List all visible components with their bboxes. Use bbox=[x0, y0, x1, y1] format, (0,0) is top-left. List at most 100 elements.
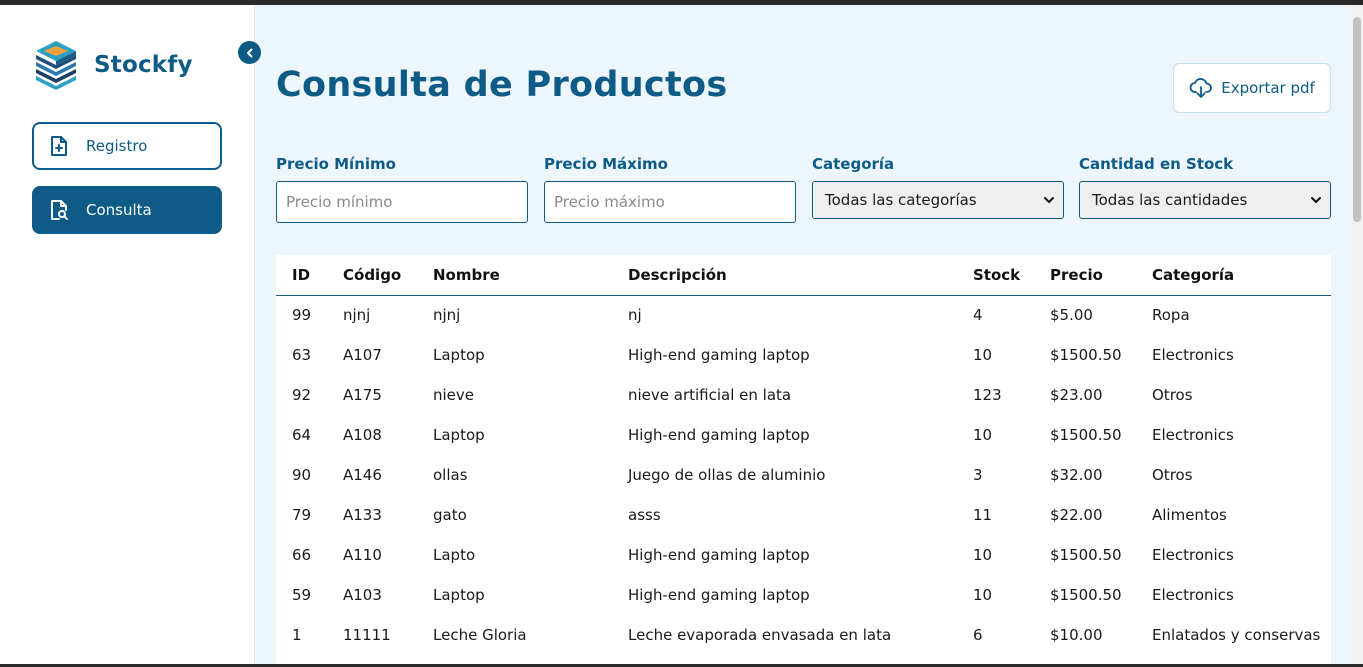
table-row[interactable]: 90 A146 ollas Juego de ollas de aluminio… bbox=[276, 455, 1331, 495]
cell-precio: $32.00 bbox=[1050, 466, 1103, 484]
column-header-precio[interactable]: Precio bbox=[1050, 255, 1152, 296]
table-row[interactable]: 63 A107 Laptop High-end gaming laptop 10… bbox=[276, 335, 1331, 375]
cell-id: 64 bbox=[292, 426, 312, 444]
cell-descripcion: asss bbox=[628, 506, 661, 524]
cell-descripcion: High-end gaming laptop bbox=[628, 426, 810, 444]
file-plus-icon bbox=[48, 135, 70, 157]
cell-codigo: njnj bbox=[343, 306, 371, 325]
cell-stock: 11 bbox=[973, 506, 993, 524]
stock-select-value: Todas las cantidades bbox=[1092, 191, 1248, 209]
max-price-label: Precio Máximo bbox=[544, 155, 668, 173]
column-header-descripcion[interactable]: Descripción bbox=[628, 255, 973, 296]
page-scrollbar[interactable] bbox=[1351, 5, 1363, 664]
cloud-download-icon bbox=[1189, 77, 1213, 99]
table-row[interactable]: 66 A110 Lapto High-end gaming laptop 10 … bbox=[276, 535, 1331, 575]
cell-precio: $1500.50 bbox=[1050, 346, 1122, 364]
cell-stock: 3 bbox=[973, 466, 983, 484]
cell-descripcion: nj bbox=[628, 306, 642, 325]
column-header-nombre[interactable]: Nombre bbox=[433, 255, 628, 296]
cell-codigo: A146 bbox=[343, 466, 382, 484]
page-title: Consulta de Productos bbox=[276, 65, 728, 105]
cell-codigo: A108 bbox=[343, 426, 382, 444]
cell-categoria: Electronics bbox=[1152, 586, 1234, 604]
cell-descripcion: High-end gaming laptop bbox=[628, 586, 810, 604]
filter-max-price: Precio Máximo bbox=[544, 155, 796, 223]
cell-nombre: Laptop bbox=[433, 586, 485, 604]
cell-precio: $1500.50 bbox=[1050, 586, 1122, 604]
export-pdf-label: Exportar pdf bbox=[1221, 79, 1315, 97]
cell-stock: 10 bbox=[973, 426, 993, 444]
sidebar-item-label: Consulta bbox=[86, 201, 152, 219]
cell-id: 99 bbox=[292, 306, 312, 325]
cell-id: 90 bbox=[292, 466, 312, 484]
cell-codigo: A133 bbox=[343, 506, 382, 524]
cell-codigo: A107 bbox=[343, 346, 382, 364]
cell-categoria: Otros bbox=[1152, 386, 1193, 404]
table-row[interactable]: 1 11111 Leche Gloria Leche evaporada env… bbox=[276, 615, 1331, 655]
column-header-stock[interactable]: Stock bbox=[973, 255, 1050, 296]
cell-id: 66 bbox=[292, 546, 312, 564]
column-header-id[interactable]: ID bbox=[276, 255, 343, 296]
products-table: ID Código Nombre Descripción Stock Preci… bbox=[276, 255, 1331, 655]
cell-categoria: Electronics bbox=[1152, 346, 1234, 364]
cell-stock: 10 bbox=[973, 546, 993, 564]
table-row[interactable]: 92 A175 nieve nieve artificial en lata 1… bbox=[276, 375, 1331, 415]
chevron-left-icon bbox=[245, 48, 255, 58]
scroll-up-arrow-icon[interactable] bbox=[1354, 7, 1360, 21]
stock-label: Cantidad en Stock bbox=[1079, 155, 1234, 173]
filter-min-price: Precio Mínimo bbox=[276, 155, 528, 223]
min-price-input[interactable] bbox=[276, 181, 528, 223]
cell-stock: 10 bbox=[973, 586, 993, 604]
scrollbar-thumb[interactable] bbox=[1353, 17, 1361, 222]
table-row[interactable]: 99 njnj njnj nj 4 $5.00 Ropa bbox=[276, 295, 1331, 335]
cell-nombre: gato bbox=[433, 506, 467, 524]
chevron-down-icon bbox=[1310, 194, 1322, 206]
table-row[interactable]: 59 A103 Laptop High-end gaming laptop 10… bbox=[276, 575, 1331, 615]
cell-id: 63 bbox=[292, 346, 312, 364]
export-pdf-button[interactable]: Exportar pdf bbox=[1173, 63, 1331, 113]
sidebar-item-label: Registro bbox=[86, 137, 148, 155]
cell-codigo: A110 bbox=[343, 546, 382, 564]
category-select-value: Todas las categorías bbox=[825, 191, 977, 209]
table-row[interactable]: 79 A133 gato asss 11 $22.00 Alimentos bbox=[276, 495, 1331, 535]
column-header-categoria[interactable]: Categoría bbox=[1152, 255, 1331, 296]
table-row[interactable]: 64 A108 Laptop High-end gaming laptop 10… bbox=[276, 415, 1331, 455]
cell-stock: 4 bbox=[973, 306, 983, 325]
chevron-down-icon bbox=[1043, 194, 1055, 206]
cell-precio: $1500.50 bbox=[1050, 546, 1122, 564]
category-label: Categoría bbox=[812, 155, 895, 173]
cell-descripcion: nieve artificial en lata bbox=[628, 386, 792, 404]
cell-categoria: Enlatados y conservas bbox=[1152, 626, 1321, 644]
column-header-codigo[interactable]: Código bbox=[343, 255, 433, 296]
sidebar: Stockfy Registro Consulta bbox=[0, 5, 255, 664]
cell-codigo: A103 bbox=[343, 586, 382, 604]
cell-precio: $10.00 bbox=[1050, 626, 1103, 644]
cell-codigo: 11111 bbox=[343, 626, 391, 644]
cell-nombre: Leche Gloria bbox=[433, 626, 527, 644]
cell-nombre: ollas bbox=[433, 466, 468, 484]
cell-categoria: Alimentos bbox=[1152, 506, 1227, 524]
cell-id: 59 bbox=[292, 586, 312, 604]
max-price-input[interactable] bbox=[544, 181, 796, 223]
table-header-row: ID Código Nombre Descripción Stock Preci… bbox=[276, 255, 1331, 296]
stockfy-logo-icon bbox=[32, 37, 80, 93]
cell-nombre: Laptop bbox=[433, 346, 485, 364]
cell-precio: $23.00 bbox=[1050, 386, 1103, 404]
category-select[interactable]: Todas las categorías bbox=[812, 181, 1064, 219]
cell-stock: 123 bbox=[973, 386, 1002, 404]
sidebar-item-consulta[interactable]: Consulta bbox=[32, 186, 222, 234]
sidebar-collapse-button[interactable] bbox=[238, 41, 261, 64]
cell-stock: 10 bbox=[973, 346, 993, 364]
brand: Stockfy bbox=[32, 37, 193, 93]
cell-precio: $5.00 bbox=[1050, 306, 1093, 325]
cell-nombre: njnj bbox=[433, 306, 461, 325]
file-search-icon bbox=[48, 199, 70, 221]
stock-select[interactable]: Todas las cantidades bbox=[1079, 181, 1331, 219]
cell-descripcion: High-end gaming laptop bbox=[628, 546, 810, 564]
sidebar-item-registro[interactable]: Registro bbox=[32, 122, 222, 170]
cell-descripcion: Leche evaporada envasada en lata bbox=[628, 626, 892, 644]
cell-nombre: nieve bbox=[433, 386, 475, 404]
cell-precio: $1500.50 bbox=[1050, 426, 1122, 444]
filter-stock: Cantidad en Stock Todas las cantidades bbox=[1079, 155, 1331, 219]
main-content: Consulta de Productos Exportar pdf Preci… bbox=[256, 5, 1351, 667]
